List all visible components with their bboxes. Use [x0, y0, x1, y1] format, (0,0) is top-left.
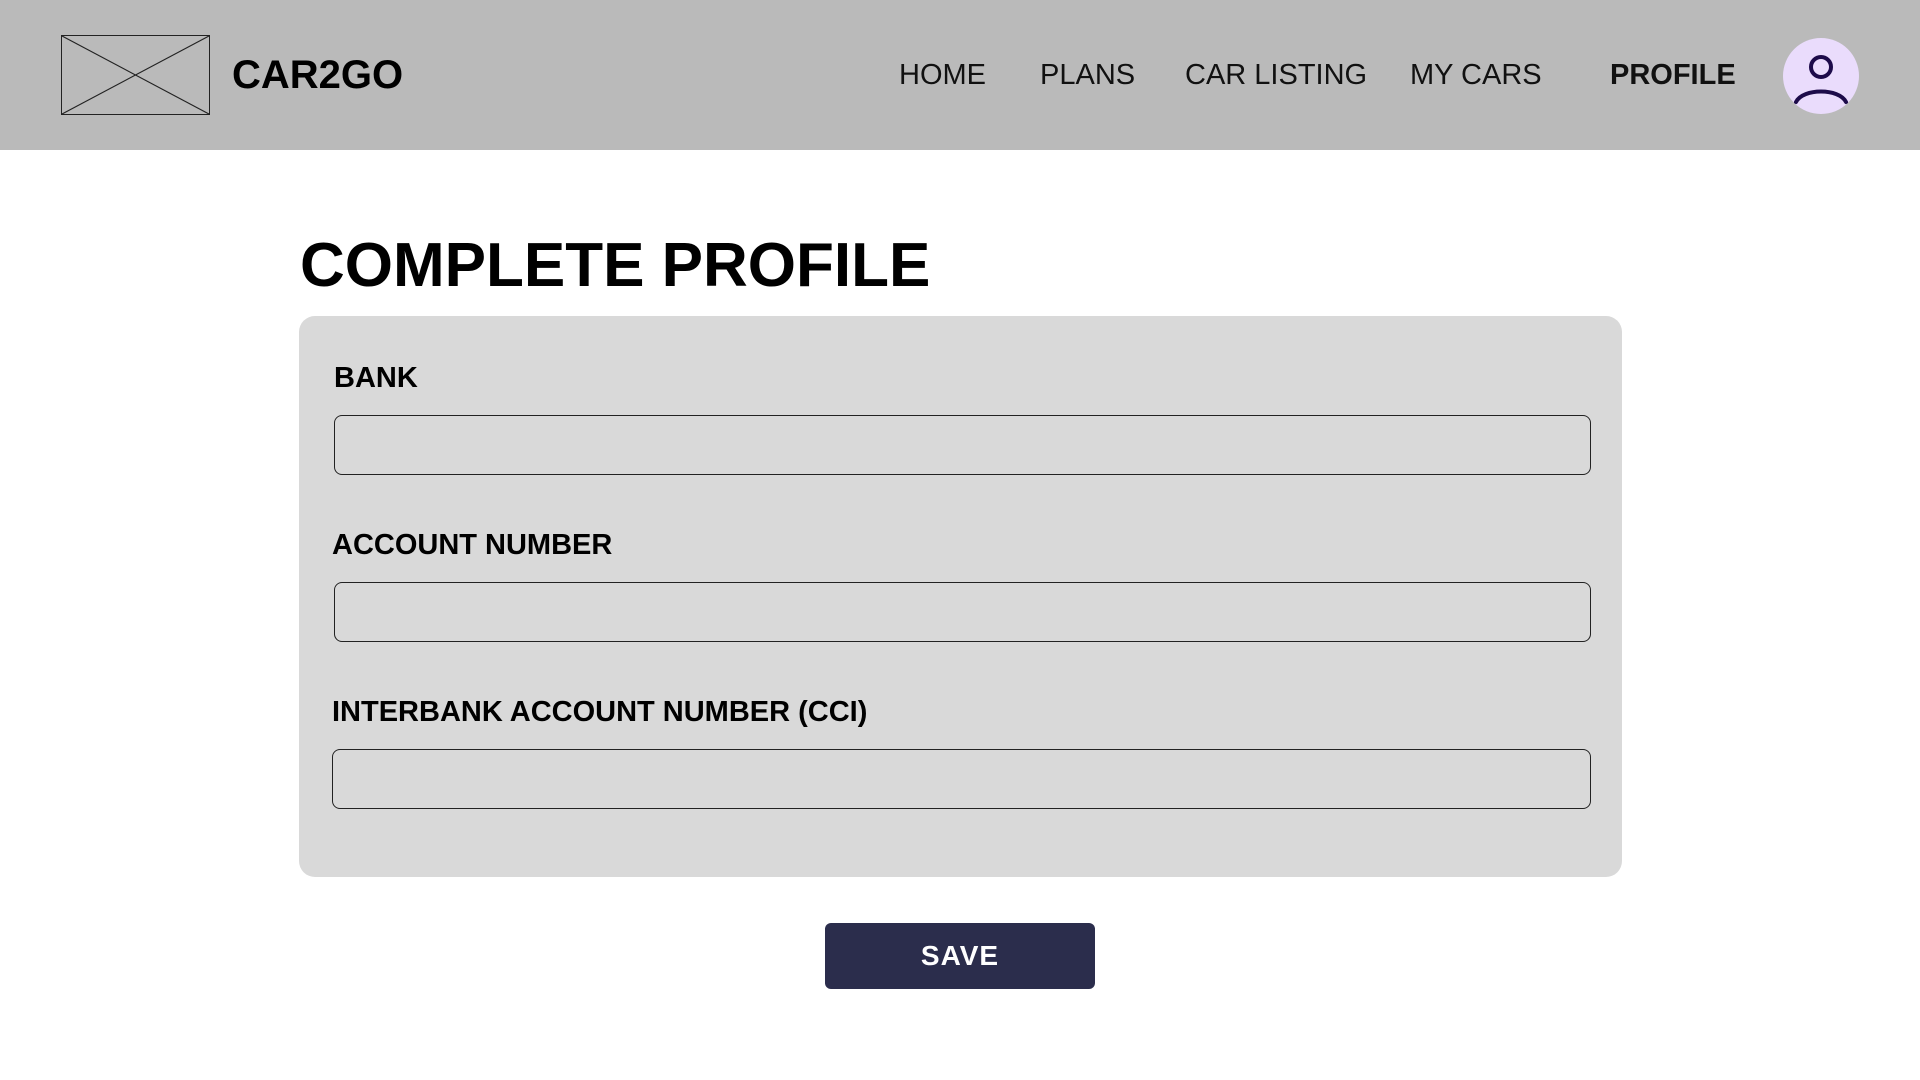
user-icon — [1794, 55, 1848, 104]
nav-plans[interactable]: PLANS — [1040, 0, 1135, 150]
nav-home[interactable]: HOME — [899, 0, 986, 150]
top-navigation-bar: CAR2GO HOME PLANS CAR LISTING MY CARS PR… — [0, 0, 1920, 150]
image-placeholder-icon[interactable] — [61, 35, 210, 115]
nav-my-cars[interactable]: MY CARS — [1410, 0, 1542, 150]
account-number-label: ACCOUNT NUMBER — [332, 529, 613, 561]
account-number-input[interactable] — [334, 582, 1591, 642]
brand-name[interactable]: CAR2GO — [232, 50, 403, 100]
cci-label: INTERBANK ACCOUNT NUMBER (CCI) — [332, 696, 868, 728]
bank-input[interactable] — [334, 415, 1591, 475]
bank-label: BANK — [334, 362, 418, 394]
profile-form-card: BANK ACCOUNT NUMBER INTERBANK ACCOUNT NU… — [299, 316, 1622, 877]
user-avatar[interactable] — [1783, 38, 1859, 114]
save-button[interactable]: SAVE — [825, 923, 1095, 989]
page-title: COMPLETE PROFILE — [300, 231, 931, 300]
cci-input[interactable] — [332, 749, 1591, 809]
nav-car-listing[interactable]: CAR LISTING — [1185, 0, 1367, 150]
nav-profile[interactable]: PROFILE — [1610, 0, 1736, 150]
